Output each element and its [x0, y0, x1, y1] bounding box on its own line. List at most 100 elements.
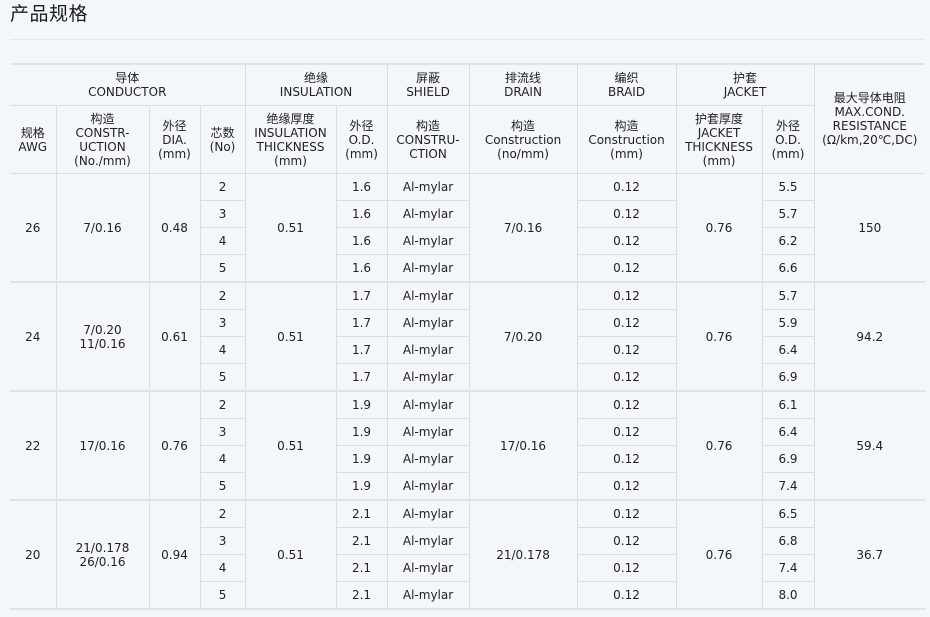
cell-shield: Al-mylar	[386, 554, 470, 582]
header-cn: 最大导体电阻	[833, 91, 906, 105]
cell-shield: Al-mylar	[386, 309, 470, 337]
cell-cores: 5	[200, 254, 246, 283]
header-en: SHIELD	[406, 85, 450, 99]
header-cn: 外径	[776, 118, 801, 133]
cell-insulation-od: 1.7	[335, 363, 388, 392]
cell-insulation-od: 1.7	[335, 309, 388, 337]
cell-insulation-od: 1.7	[335, 281, 388, 310]
cell-cores: 3	[200, 309, 246, 337]
cell-insulation-od: 1.9	[335, 418, 388, 446]
cell-conductor-construction: 7/0.20 11/0.16	[55, 281, 150, 392]
header-cn: 外径	[349, 118, 374, 133]
header-cn: 外径	[162, 118, 187, 133]
cell-braid: 0.12	[576, 227, 677, 255]
cell-jacket-od: 8.0	[761, 581, 815, 610]
cell-jacket-od: 6.9	[761, 445, 815, 473]
cell-shield: Al-mylar	[386, 581, 470, 610]
cell-braid: 0.12	[576, 363, 677, 392]
cell-jacket-thickness: 0.76	[675, 499, 763, 610]
cell-shield: Al-mylar	[386, 200, 470, 228]
cell-insulation-od: 1.9	[335, 472, 388, 501]
sub-shield-construction: 构造 CONSTRU- CTION	[386, 105, 470, 174]
page-title: 产品规格	[10, 3, 89, 25]
cell-insulation-od: 1.6	[335, 254, 388, 283]
cell-cores: 4	[200, 445, 246, 473]
cell-awg: 20	[10, 499, 57, 610]
header-cn: 构造	[614, 118, 639, 133]
cell-braid: 0.12	[576, 418, 677, 446]
header-en: O.D. (mm)	[345, 132, 378, 161]
cell-jacket-od: 6.4	[761, 418, 815, 446]
table-row: 24 7/0.20 11/0.16 0.61 2 0.51 1.7 Al-mylar 7/0.…	[10, 281, 926, 392]
cell-cores: 3	[200, 527, 246, 555]
cell-insulation-od: 1.6	[335, 227, 388, 255]
cell-jacket-od: 5.7	[761, 281, 815, 310]
header-en: INSULATION THICKNESS (mm)	[254, 125, 327, 168]
cell-drain: 21/0.178	[468, 499, 578, 610]
header-en: BRAID	[607, 85, 646, 99]
cell-shield: Al-mylar	[386, 499, 470, 528]
cell-braid: 0.12	[576, 390, 677, 419]
cell-conductor-construction: 21/0.178 26/0.16	[55, 499, 150, 610]
header-cn: 绝缘厚度	[266, 111, 315, 126]
header-en: (No)	[209, 139, 236, 154]
header-en: JACKET THICKNESS (mm)	[685, 125, 753, 168]
header-insulation: 绝缘 INSULATION	[244, 63, 388, 106]
header-en: JACKET	[723, 85, 767, 99]
cell-jacket-od: 6.1	[761, 390, 815, 419]
header-en: INSULATION	[279, 85, 353, 99]
cell-jacket-od: 5.5	[761, 173, 815, 201]
cell-braid: 0.12	[576, 472, 677, 501]
cell-awg: 26	[10, 173, 57, 283]
cell-shield: Al-mylar	[386, 445, 470, 473]
cell-drain: 7/0.16	[468, 173, 578, 283]
table-row: 26 7/0.16 0.48 2 0.51 1.6 Al-mylar 7/0.16 0.12 0.…	[10, 173, 926, 283]
header-en: CONDUCTOR	[88, 85, 167, 99]
sub-cores: 芯数 (No)	[199, 105, 246, 174]
header-conductor: 导体 CONDUCTOR	[10, 63, 246, 106]
cell-jacket-od: 6.5	[761, 499, 815, 528]
cell-insulation-od: 2.1	[335, 499, 388, 528]
header-cn: 构造	[416, 118, 441, 133]
cell-cores: 2	[199, 173, 246, 201]
cell-max-resistance: 150	[813, 173, 926, 283]
cell-jacket-thickness: 0.76	[675, 281, 763, 392]
cell-conductor-dia: 0.48	[148, 173, 201, 283]
header-max-resistance: 最大导体电阻 MAX.COND. RESISTANCE (Ω/km,20℃,DC…	[813, 63, 926, 174]
cell-jacket-od: 5.7	[761, 200, 815, 228]
cell-braid: 0.12	[576, 527, 677, 555]
cell-conductor-construction: 17/0.16	[55, 390, 150, 501]
cell-braid: 0.12	[576, 200, 677, 228]
cell-insulation-od: 1.9	[335, 390, 388, 419]
cell-max-resistance: 59.4	[813, 390, 926, 501]
header-en: DRAIN	[504, 85, 542, 99]
cell-cores: 3	[200, 200, 246, 228]
sub-conductor-dia: 外径 DIA. (mm)	[148, 105, 201, 174]
cell-cores: 3	[200, 418, 246, 446]
cell-shield: Al-mylar	[386, 418, 470, 446]
sub-drain-construction: 构造 Construction (no/mm)	[468, 105, 578, 174]
cell-insulation-od: 1.7	[335, 336, 388, 364]
cell-insulation-od: 1.6	[335, 200, 388, 228]
cell-shield: Al-mylar	[386, 363, 470, 392]
cell-shield: Al-mylar	[386, 281, 470, 310]
cell-cores: 5	[200, 472, 246, 501]
cell-braid: 0.12	[576, 445, 677, 473]
header-en: CONSTR- UCTION (No./mm)	[74, 125, 131, 168]
cell-insulation-thickness: 0.51	[244, 499, 337, 610]
header-en: DIA. (mm)	[158, 132, 191, 161]
table-row: 20 21/0.178 26/0.16 0.94 2 0.51 2.1 Al-mylar 21…	[10, 499, 926, 610]
cell-cores: 5	[200, 363, 246, 392]
cell-awg: 22	[10, 390, 57, 501]
sub-insulation-od: 外径 O.D. (mm)	[335, 105, 388, 174]
header-cn: 护套	[733, 71, 758, 85]
header-drain: 排流线 DRAIN	[468, 63, 578, 106]
cell-insulation-od: 2.1	[335, 527, 388, 555]
cell-jacket-od: 6.8	[761, 527, 815, 555]
cell-shield: Al-mylar	[386, 527, 470, 555]
sub-conductor-construction: 构造 CONSTR- UCTION (No./mm)	[55, 105, 150, 174]
cell-cores: 5	[200, 581, 246, 610]
cell-cores: 2	[199, 499, 246, 528]
header-cn: 护套厚度	[695, 111, 744, 126]
cell-cores: 4	[200, 336, 246, 364]
